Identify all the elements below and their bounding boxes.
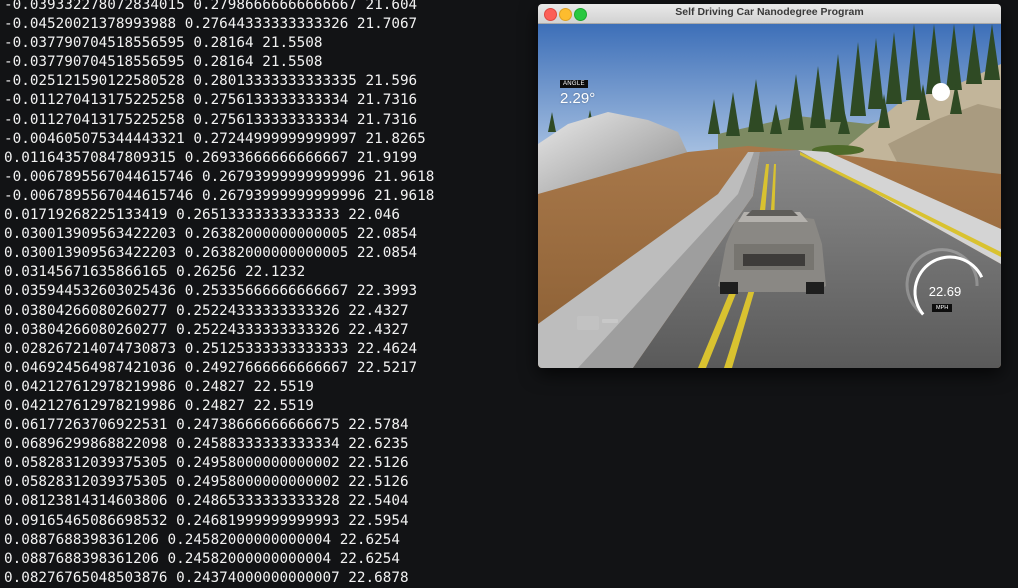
window-titlebar[interactable]: Self Driving Car Nanodegree Program bbox=[538, 4, 1001, 24]
terminal-line: 0.042127612978219986 0.24827 22.5519 bbox=[4, 397, 314, 414]
terminal-line: 0.06896299868822098 0.24588333333333334 … bbox=[4, 436, 409, 453]
terminal-line: 0.0887688398361206 0.24582000000000004 2… bbox=[4, 531, 400, 548]
terminal-line: 0.035944532603025436 0.25335666666666667… bbox=[4, 283, 418, 300]
driving-scene bbox=[538, 24, 1001, 368]
terminal-line: 0.03145671635866165 0.26256 22.1232 bbox=[4, 264, 306, 281]
terminal-line: -0.04520021378993988 0.27644333333333326… bbox=[4, 16, 418, 33]
terminal-line: -0.011270413175225258 0.2756133333333334… bbox=[4, 92, 418, 109]
terminal-line: -0.004605075344443321 0.2724499999999999… bbox=[4, 130, 426, 147]
terminal-line: 0.0887688398361206 0.24582000000000004 2… bbox=[4, 550, 400, 567]
terminal-line: -0.039332278072834015 0.2798666666666666… bbox=[4, 0, 418, 13]
terminal-line: -0.011270413175225258 0.2756133333333334… bbox=[4, 111, 418, 128]
terminal-line: 0.05828312039375305 0.24958000000000002 … bbox=[4, 474, 409, 491]
angle-label: ANGLE bbox=[560, 80, 588, 88]
simulator-viewport[interactable]: ANGLE 2.29° 22.69 MPH bbox=[538, 24, 1001, 368]
terminal-line: 0.08276765048503876 0.24374000000000007 … bbox=[4, 569, 409, 586]
terminal-line: 0.03804266080260277 0.25224333333333326 … bbox=[4, 302, 409, 319]
speed-unit: MPH bbox=[932, 304, 953, 312]
angle-value: 2.29° bbox=[560, 90, 596, 107]
terminal-line: 0.05828312039375305 0.24958000000000002 … bbox=[4, 455, 409, 472]
terminal-line: 0.028267214074730873 0.25125333333333333… bbox=[4, 340, 418, 357]
terminal-line: -0.037790704518556595 0.28164 21.5508 bbox=[4, 54, 323, 71]
terminal-line: -0.0067895567044615746 0.267939999999999… bbox=[4, 187, 435, 204]
sun-glare bbox=[932, 83, 950, 101]
angle-hud: ANGLE 2.29° bbox=[560, 70, 595, 107]
terminal-line: -0.025121590122580528 0.2801333333333333… bbox=[4, 73, 418, 90]
terminal-line: 0.046924564987421036 0.24927666666666667… bbox=[4, 359, 418, 376]
terminal-line: 0.03804266080260277 0.25224333333333326 … bbox=[4, 321, 409, 338]
simulator-window[interactable]: Self Driving Car Nanodegree Program ANGL… bbox=[538, 4, 1001, 368]
terminal-line: 0.030013909563422203 0.26382000000000005… bbox=[4, 245, 418, 262]
record-label bbox=[602, 319, 618, 323]
terminal-output: -0.039332278072834015 0.2798666666666666… bbox=[4, 0, 434, 588]
window-title: Self Driving Car Nanodegree Program bbox=[675, 6, 864, 18]
terminal-line: 0.09165465086698532 0.24681999999999993 … bbox=[4, 512, 409, 529]
speed-value: 22.69 bbox=[928, 284, 962, 299]
terminal-line: 0.030013909563422203 0.26382000000000005… bbox=[4, 226, 418, 243]
terminal-line: 0.042127612978219986 0.24827 22.5519 bbox=[4, 378, 314, 395]
terminal-line: 0.01719268225133419 0.26513333333333333 … bbox=[4, 207, 400, 224]
terminal-line: 0.06177263706922531 0.24738666666666675 … bbox=[4, 417, 409, 434]
terminal-line: 0.011643570847809315 0.26933666666666667… bbox=[4, 149, 418, 166]
terminal-line: 0.08123814314603806 0.24865333333333328 … bbox=[4, 493, 409, 510]
terminal-line: -0.037790704518556595 0.28164 21.5508 bbox=[4, 35, 323, 52]
terminal-line: -0.0067895567044615746 0.267939999999999… bbox=[4, 168, 435, 185]
record-icon[interactable] bbox=[577, 316, 599, 330]
